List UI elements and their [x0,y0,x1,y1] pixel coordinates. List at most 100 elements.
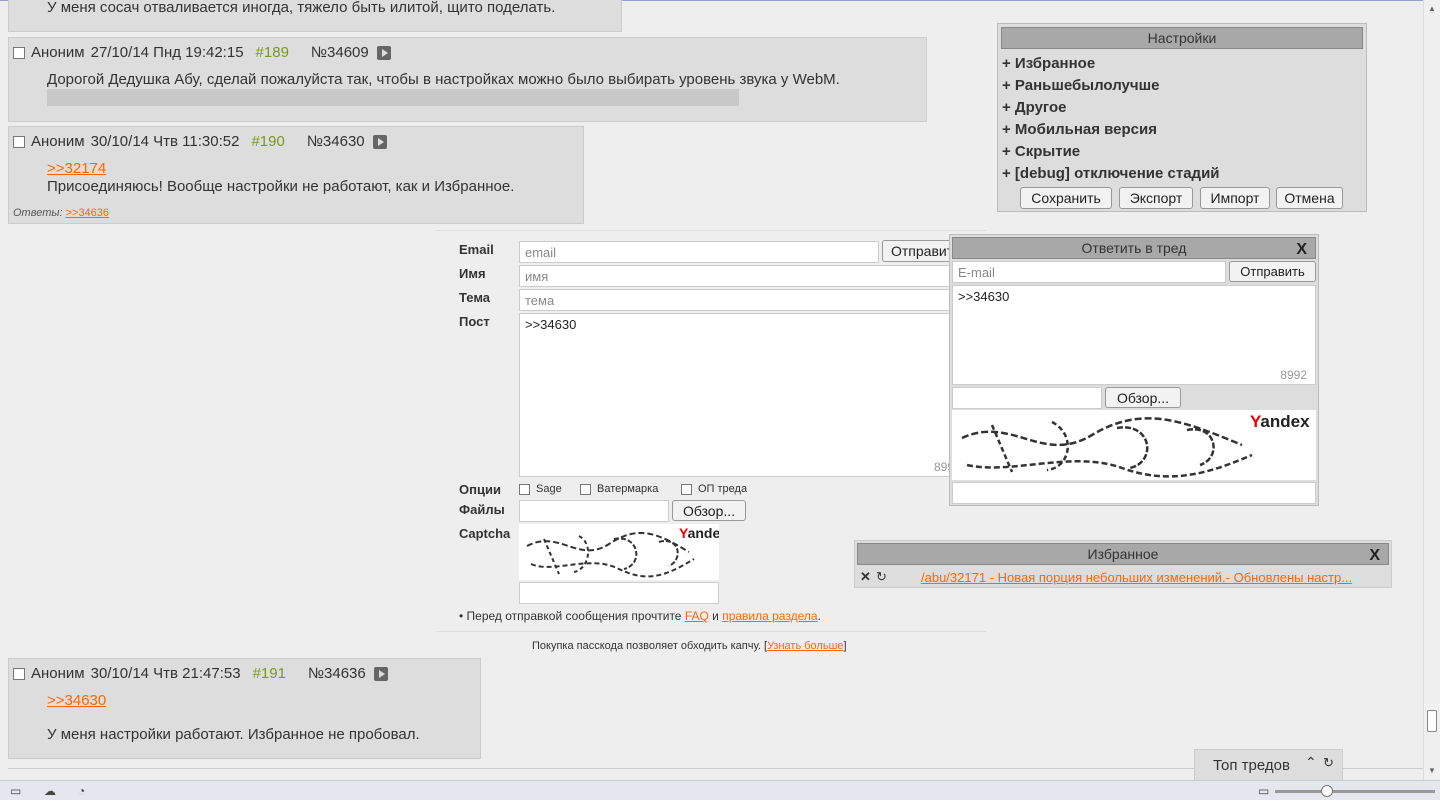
post-select-checkbox[interactable] [13,135,25,148]
sage-label: Sage [536,483,562,495]
post-number[interactable]: #191 [253,665,286,682]
settings-item-oldschool[interactable]: + Раньшебылолучше [1002,77,1159,94]
settings-export-button[interactable]: Экспорт [1119,187,1193,209]
scroll-thumb[interactable] [1427,710,1437,732]
scroll-up-icon[interactable]: ▲ [1428,4,1436,13]
chevron-up-icon[interactable]: ⌃ [1305,754,1317,771]
learn-more-link[interactable]: Узнать больше [767,640,843,652]
panel-icon[interactable]: ▭ [10,784,21,798]
sage-checkbox[interactable] [519,483,530,495]
faq-link[interactable]: FAQ [685,609,709,623]
speed-dial-icon[interactable]: ◔ [78,784,85,798]
settings-item-favorites[interactable]: + Избранное [1002,55,1095,72]
settings-item-mobile[interactable]: + Мобильная версия [1002,121,1157,138]
settings-item-other[interactable]: + Другое [1002,99,1066,116]
favorites-title-text: Избранное [1087,546,1159,562]
reply-browse-button[interactable]: Обзор... [1105,387,1181,408]
favorite-thread-link[interactable]: /abu/32171 - Новая порция небольших изме… [921,570,1352,585]
files-label: Файлы [459,502,505,517]
post-textarea-value: >>34630 [525,317,577,332]
passcode-end: ] [843,640,847,652]
close-icon[interactable]: X [1369,546,1380,566]
top-threads-widget[interactable]: Топ тредов ⌃ ↻ [1194,749,1343,780]
post-menu-icon[interactable] [373,666,388,681]
yandex-logo: Yandex [679,525,719,541]
post-text: У меня сосач отваливается иногда, тяжело… [47,0,556,16]
option-op[interactable]: ОП треда [681,483,747,495]
post-select-checkbox[interactable] [13,667,25,680]
settings-title: Настройки [1001,27,1363,49]
reply-captcha-image: Yandex [952,410,1316,480]
option-watermark[interactable]: Ватермарка [580,483,658,495]
reply-char-counter: 8992 [1280,368,1307,382]
top-threads-label: Топ тредов [1213,757,1290,774]
file-field[interactable] [519,500,669,522]
settings-cancel-button[interactable]: Отмена [1276,187,1343,209]
settings-save-button[interactable]: Сохранить [1020,187,1112,209]
close-icon[interactable]: X [1296,240,1307,260]
settings-item-hiding[interactable]: + Скрытие [1002,143,1080,160]
browse-button[interactable]: Обзор... [672,500,746,521]
name-label: Имя [459,266,486,281]
submit-button[interactable]: Отправит [882,240,954,262]
post-text: Дорогой Дедушка Абу, сделай пожалуйста т… [47,71,840,88]
op-checkbox[interactable] [681,483,692,495]
options-label: Опции [459,482,501,497]
refresh-icon[interactable]: ↻ [1323,755,1334,771]
display-icon[interactable]: ▭ [1258,784,1269,798]
zoom-slider[interactable] [1275,790,1435,793]
captcha-image: Yandex [519,524,719,580]
name-field[interactable]: имя [519,265,959,287]
browser-status-bar: ▭ ☁ ◔ ▭ [0,780,1440,800]
post-select-checkbox[interactable] [13,46,25,59]
post-header: Аноним 30/10/14 Чтв 11:30:52 #190 №34630 [13,133,387,150]
post-190: Аноним 30/10/14 Чтв 11:30:52 #190 №34630… [8,126,584,224]
scroll-down-icon[interactable]: ▼ [1428,766,1436,775]
post-number[interactable]: #190 [251,133,284,150]
captcha-label: Captcha [459,526,511,541]
reply-email-field[interactable]: E-mail [952,261,1226,283]
post-id[interactable]: №34609 [311,44,369,61]
email-field[interactable]: email [519,241,879,263]
replies-label: Ответы: [13,207,63,219]
reply-link[interactable]: >>34630 [47,692,106,709]
reply-textarea[interactable]: >>34630 8992 [952,285,1316,385]
cloud-icon[interactable]: ☁ [44,784,56,798]
subject-field[interactable]: тема [519,289,959,311]
rules-link[interactable]: правила раздела [722,609,817,623]
reply-file-field[interactable] [952,387,1102,409]
page-scrollbar[interactable]: ▲ ▼ [1423,0,1440,780]
reply-submit-button[interactable]: Отправить [1229,261,1316,282]
post-replies: Ответы: >>34636 [13,207,109,219]
reply-captcha-input[interactable] [952,482,1316,504]
remove-icon[interactable]: ✕ [860,569,871,585]
post-id[interactable]: №34636 [308,665,366,682]
post-header: Аноним 27/10/14 Пнд 19:42:15 #189 №34609 [13,44,391,61]
refresh-icon[interactable]: ↻ [876,569,887,585]
option-sage[interactable]: Sage [519,483,562,495]
post-textarea[interactable]: >>34630 899 [519,313,959,477]
zoom-slider-knob[interactable] [1321,785,1333,797]
post-id[interactable]: №34630 [307,133,365,150]
subject-label: Тема [459,290,491,305]
reply-backlink[interactable]: >>34636 [66,207,109,219]
settings-import-button[interactable]: Импорт [1200,187,1270,209]
quick-reply-title[interactable]: Ответить в тред X [952,237,1316,259]
captcha-input[interactable] [519,582,719,604]
watermark-label: Ватермарка [597,483,659,495]
post-number[interactable]: #189 [256,44,289,61]
post-189: Аноним 27/10/14 Пнд 19:42:15 #189 №34609… [8,37,927,122]
post-menu-icon[interactable] [372,134,387,149]
passcode-text: Покупка пасскода позволяет обходить капч… [532,640,768,652]
post-date: 27/10/14 Пнд 19:42:15 [90,44,244,61]
reply-link[interactable]: >>32174 [47,160,106,177]
favorites-panel: Избранное X ✕ ↻ /abu/32171 - Новая порци… [854,540,1392,588]
watermark-checkbox[interactable] [580,483,591,495]
op-label: ОП треда [698,483,748,495]
passcode-note: Покупка пасскода позволяет обходить капч… [532,640,847,652]
yandex-logo: Yandex [1250,412,1310,431]
post-text: У меня настройки работают. Избранное не … [47,726,420,743]
settings-item-debug[interactable]: + [debug] отключение стадий [1002,165,1220,182]
post-text: Присоединяюсь! Вообще настройки не работ… [47,178,515,195]
post-menu-icon[interactable] [376,45,391,60]
